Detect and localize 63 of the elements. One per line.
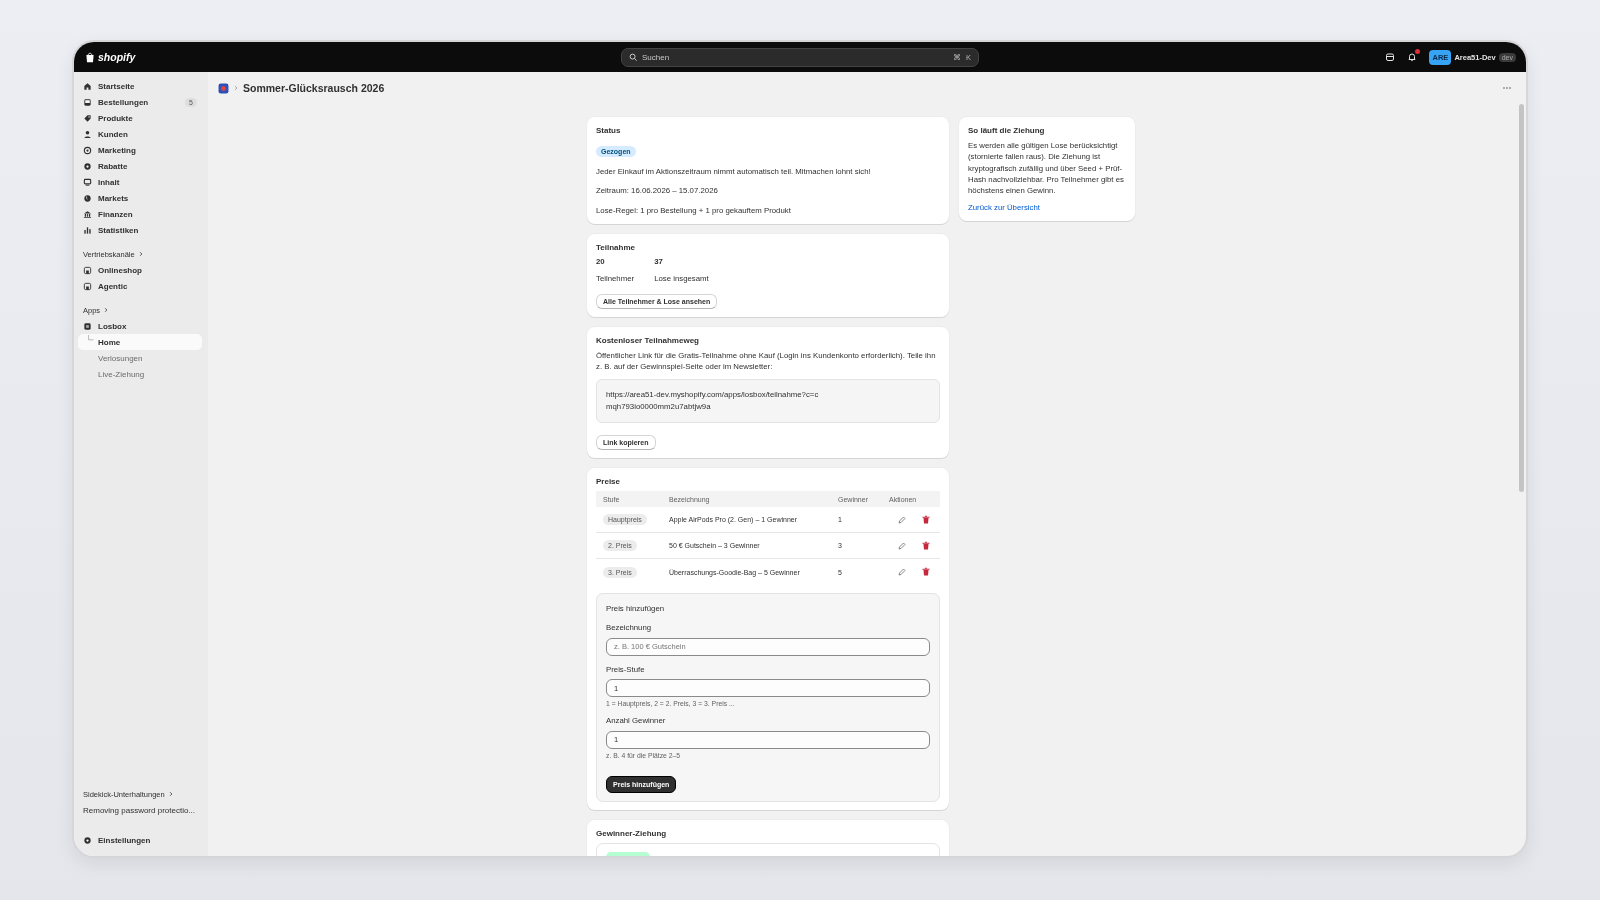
gear-icon	[83, 161, 92, 171]
card-title: Teilnahme	[596, 242, 636, 252]
conversation-item[interactable]: Removing password protectio...	[78, 802, 202, 818]
nav-item[interactable]: Markets	[78, 190, 202, 206]
app-logo-icon	[218, 82, 229, 94]
bank-icon	[83, 209, 92, 219]
store-icon	[83, 281, 92, 291]
delete-button[interactable]	[921, 567, 931, 578]
bar-chart-icon	[83, 225, 92, 235]
trash-icon	[921, 567, 931, 578]
card-title: Kostenloser Teilnahmeweg	[596, 335, 700, 345]
chevron-icon	[233, 85, 239, 91]
edit-button[interactable]	[897, 540, 907, 551]
pencil-icon	[897, 514, 907, 525]
nav-item[interactable]: Agentic	[78, 278, 202, 294]
edit-button[interactable]	[897, 567, 907, 578]
nav-item[interactable]: Losbox	[78, 318, 202, 334]
nav-subitem[interactable]: Verlosungen	[78, 350, 202, 366]
bell-icon	[1407, 52, 1418, 62]
target-icon	[83, 145, 92, 155]
store-icon	[1385, 52, 1396, 62]
nav-item[interactable]: Startseite	[78, 78, 202, 94]
nav-item[interactable]: Rabatte	[78, 158, 202, 174]
trash-icon	[921, 514, 931, 525]
nav-item[interactable]: Inhalt	[78, 174, 202, 190]
nav-item[interactable]: Einstellungen	[78, 832, 202, 848]
scrollbar[interactable]	[1519, 104, 1524, 492]
delete-button[interactable]	[921, 514, 931, 525]
inbox-icon	[83, 97, 92, 107]
logo-text: shopify	[98, 51, 136, 63]
nav-item[interactable]: Produkte	[78, 110, 202, 126]
card-title: So läuft die Ziehung	[968, 126, 1046, 135]
screen-icon	[83, 177, 92, 187]
nav-item[interactable]: Finanzen	[78, 206, 202, 222]
tag-icon	[83, 113, 92, 123]
nav-subitem[interactable]: Home	[78, 334, 202, 350]
home-icon	[83, 81, 92, 91]
bag-icon	[84, 50, 96, 64]
pencil-icon	[897, 540, 907, 551]
search-icon	[629, 52, 638, 62]
nav-item[interactable]: Kunden	[78, 126, 202, 142]
search-input[interactable]: Suchen	[642, 52, 949, 62]
card-title: Preise	[596, 477, 622, 487]
notifications-button[interactable]	[1407, 52, 1418, 62]
edit-button[interactable]	[897, 514, 907, 525]
pencil-icon	[897, 567, 907, 578]
trash-icon	[921, 540, 931, 551]
gear-icon	[83, 835, 92, 845]
nav-item[interactable]: Marketing	[78, 142, 202, 158]
card-title: Status	[596, 126, 622, 135]
store-button[interactable]	[1385, 52, 1396, 62]
chevron-icon	[103, 307, 110, 313]
store-icon	[83, 265, 92, 275]
chevron-icon	[137, 251, 144, 257]
nav-item[interactable]: Statistiken	[78, 222, 202, 238]
app-icon	[83, 321, 92, 331]
card-title: Gewinner-Ziehung	[596, 828, 668, 838]
chevron-icon	[167, 791, 174, 797]
page-title: Sommer-Glücksrausch 2026	[243, 82, 385, 94]
delete-button[interactable]	[921, 540, 931, 551]
nav-subitem[interactable]: Live-Ziehung	[78, 366, 202, 382]
person-icon	[83, 129, 92, 139]
nav-item[interactable]: Onlineshop	[78, 262, 202, 278]
